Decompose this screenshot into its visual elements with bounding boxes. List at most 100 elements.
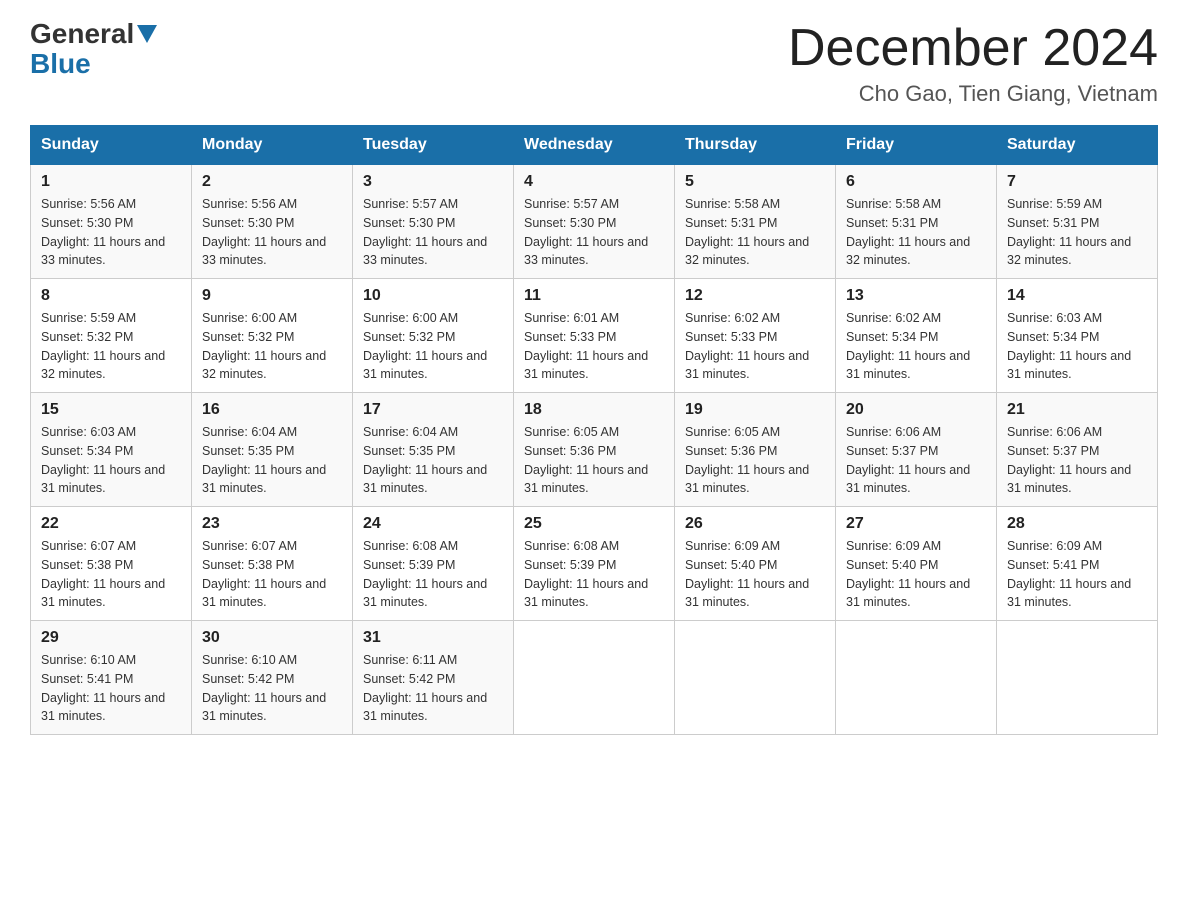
calendar-cell: 21 Sunrise: 6:06 AMSunset: 5:37 PMDaylig… (997, 393, 1158, 507)
day-info: Sunrise: 5:57 AMSunset: 5:30 PMDaylight:… (524, 197, 648, 267)
calendar-cell (836, 621, 997, 735)
calendar-cell: 31 Sunrise: 6:11 AMSunset: 5:42 PMDaylig… (353, 621, 514, 735)
calendar-cell: 29 Sunrise: 6:10 AMSunset: 5:41 PMDaylig… (31, 621, 192, 735)
logo-blue-text: Blue (30, 48, 91, 80)
calendar-cell: 8 Sunrise: 5:59 AMSunset: 5:32 PMDayligh… (31, 279, 192, 393)
day-number: 30 (202, 629, 342, 647)
calendar-cell: 3 Sunrise: 5:57 AMSunset: 5:30 PMDayligh… (353, 165, 514, 279)
day-info: Sunrise: 6:07 AMSunset: 5:38 PMDaylight:… (202, 539, 326, 609)
day-info: Sunrise: 6:11 AMSunset: 5:42 PMDaylight:… (363, 653, 487, 723)
day-number: 3 (363, 173, 503, 191)
day-number: 6 (846, 173, 986, 191)
day-info: Sunrise: 6:03 AMSunset: 5:34 PMDaylight:… (1007, 311, 1131, 381)
header-day-wednesday: Wednesday (514, 126, 675, 165)
month-title: December 2024 (788, 20, 1158, 77)
day-info: Sunrise: 6:09 AMSunset: 5:40 PMDaylight:… (685, 539, 809, 609)
day-number: 29 (41, 629, 181, 647)
calendar-cell: 28 Sunrise: 6:09 AMSunset: 5:41 PMDaylig… (997, 507, 1158, 621)
day-number: 26 (685, 515, 825, 533)
calendar-cell: 7 Sunrise: 5:59 AMSunset: 5:31 PMDayligh… (997, 165, 1158, 279)
location: Cho Gao, Tien Giang, Vietnam (788, 81, 1158, 107)
calendar-cell: 19 Sunrise: 6:05 AMSunset: 5:36 PMDaylig… (675, 393, 836, 507)
day-info: Sunrise: 5:59 AMSunset: 5:31 PMDaylight:… (1007, 197, 1131, 267)
day-number: 10 (363, 287, 503, 305)
day-info: Sunrise: 6:05 AMSunset: 5:36 PMDaylight:… (685, 425, 809, 495)
calendar-cell: 26 Sunrise: 6:09 AMSunset: 5:40 PMDaylig… (675, 507, 836, 621)
header-day-saturday: Saturday (997, 126, 1158, 165)
week-row-4: 22 Sunrise: 6:07 AMSunset: 5:38 PMDaylig… (31, 507, 1158, 621)
calendar-cell: 2 Sunrise: 5:56 AMSunset: 5:30 PMDayligh… (192, 165, 353, 279)
day-number: 23 (202, 515, 342, 533)
day-info: Sunrise: 6:07 AMSunset: 5:38 PMDaylight:… (41, 539, 165, 609)
day-info: Sunrise: 5:58 AMSunset: 5:31 PMDaylight:… (685, 197, 809, 267)
day-info: Sunrise: 6:01 AMSunset: 5:33 PMDaylight:… (524, 311, 648, 381)
calendar-cell: 12 Sunrise: 6:02 AMSunset: 5:33 PMDaylig… (675, 279, 836, 393)
day-info: Sunrise: 6:06 AMSunset: 5:37 PMDaylight:… (846, 425, 970, 495)
day-number: 4 (524, 173, 664, 191)
calendar-table: SundayMondayTuesdayWednesdayThursdayFrid… (30, 125, 1158, 735)
day-number: 8 (41, 287, 181, 305)
header-day-tuesday: Tuesday (353, 126, 514, 165)
calendar-cell: 6 Sunrise: 5:58 AMSunset: 5:31 PMDayligh… (836, 165, 997, 279)
day-number: 15 (41, 401, 181, 419)
week-row-2: 8 Sunrise: 5:59 AMSunset: 5:32 PMDayligh… (31, 279, 1158, 393)
day-number: 13 (846, 287, 986, 305)
header-day-sunday: Sunday (31, 126, 192, 165)
week-row-5: 29 Sunrise: 6:10 AMSunset: 5:41 PMDaylig… (31, 621, 1158, 735)
day-info: Sunrise: 6:05 AMSunset: 5:36 PMDaylight:… (524, 425, 648, 495)
day-number: 5 (685, 173, 825, 191)
week-row-3: 15 Sunrise: 6:03 AMSunset: 5:34 PMDaylig… (31, 393, 1158, 507)
header-day-monday: Monday (192, 126, 353, 165)
day-number: 7 (1007, 173, 1147, 191)
week-row-1: 1 Sunrise: 5:56 AMSunset: 5:30 PMDayligh… (31, 165, 1158, 279)
day-info: Sunrise: 6:08 AMSunset: 5:39 PMDaylight:… (363, 539, 487, 609)
day-info: Sunrise: 5:59 AMSunset: 5:32 PMDaylight:… (41, 311, 165, 381)
calendar-cell: 4 Sunrise: 5:57 AMSunset: 5:30 PMDayligh… (514, 165, 675, 279)
header-row: SundayMondayTuesdayWednesdayThursdayFrid… (31, 126, 1158, 165)
calendar-cell (675, 621, 836, 735)
day-info: Sunrise: 6:02 AMSunset: 5:33 PMDaylight:… (685, 311, 809, 381)
day-number: 27 (846, 515, 986, 533)
day-info: Sunrise: 6:03 AMSunset: 5:34 PMDaylight:… (41, 425, 165, 495)
day-number: 19 (685, 401, 825, 419)
logo-triangle-icon (137, 25, 157, 43)
header-day-friday: Friday (836, 126, 997, 165)
day-number: 22 (41, 515, 181, 533)
day-info: Sunrise: 6:09 AMSunset: 5:40 PMDaylight:… (846, 539, 970, 609)
day-number: 20 (846, 401, 986, 419)
day-info: Sunrise: 6:00 AMSunset: 5:32 PMDaylight:… (363, 311, 487, 381)
day-info: Sunrise: 6:10 AMSunset: 5:42 PMDaylight:… (202, 653, 326, 723)
day-number: 11 (524, 287, 664, 305)
calendar-cell: 20 Sunrise: 6:06 AMSunset: 5:37 PMDaylig… (836, 393, 997, 507)
day-info: Sunrise: 5:56 AMSunset: 5:30 PMDaylight:… (202, 197, 326, 267)
calendar-cell (997, 621, 1158, 735)
day-number: 24 (363, 515, 503, 533)
day-info: Sunrise: 5:57 AMSunset: 5:30 PMDaylight:… (363, 197, 487, 267)
page-header: General Blue December 2024 Cho Gao, Tien… (30, 20, 1158, 107)
day-info: Sunrise: 6:04 AMSunset: 5:35 PMDaylight:… (363, 425, 487, 495)
calendar-cell: 30 Sunrise: 6:10 AMSunset: 5:42 PMDaylig… (192, 621, 353, 735)
title-area: December 2024 Cho Gao, Tien Giang, Vietn… (788, 20, 1158, 107)
day-number: 25 (524, 515, 664, 533)
day-number: 14 (1007, 287, 1147, 305)
day-info: Sunrise: 6:06 AMSunset: 5:37 PMDaylight:… (1007, 425, 1131, 495)
calendar-header: SundayMondayTuesdayWednesdayThursdayFrid… (31, 126, 1158, 165)
day-number: 18 (524, 401, 664, 419)
calendar-cell: 22 Sunrise: 6:07 AMSunset: 5:38 PMDaylig… (31, 507, 192, 621)
calendar-cell: 16 Sunrise: 6:04 AMSunset: 5:35 PMDaylig… (192, 393, 353, 507)
calendar-body: 1 Sunrise: 5:56 AMSunset: 5:30 PMDayligh… (31, 165, 1158, 735)
day-number: 9 (202, 287, 342, 305)
calendar-cell (514, 621, 675, 735)
day-number: 12 (685, 287, 825, 305)
day-info: Sunrise: 6:04 AMSunset: 5:35 PMDaylight:… (202, 425, 326, 495)
calendar-cell: 15 Sunrise: 6:03 AMSunset: 5:34 PMDaylig… (31, 393, 192, 507)
calendar-cell: 18 Sunrise: 6:05 AMSunset: 5:36 PMDaylig… (514, 393, 675, 507)
day-info: Sunrise: 6:10 AMSunset: 5:41 PMDaylight:… (41, 653, 165, 723)
day-number: 28 (1007, 515, 1147, 533)
logo: General Blue (30, 20, 160, 80)
day-number: 21 (1007, 401, 1147, 419)
calendar-cell: 5 Sunrise: 5:58 AMSunset: 5:31 PMDayligh… (675, 165, 836, 279)
calendar-cell: 14 Sunrise: 6:03 AMSunset: 5:34 PMDaylig… (997, 279, 1158, 393)
day-info: Sunrise: 6:08 AMSunset: 5:39 PMDaylight:… (524, 539, 648, 609)
calendar-cell: 25 Sunrise: 6:08 AMSunset: 5:39 PMDaylig… (514, 507, 675, 621)
